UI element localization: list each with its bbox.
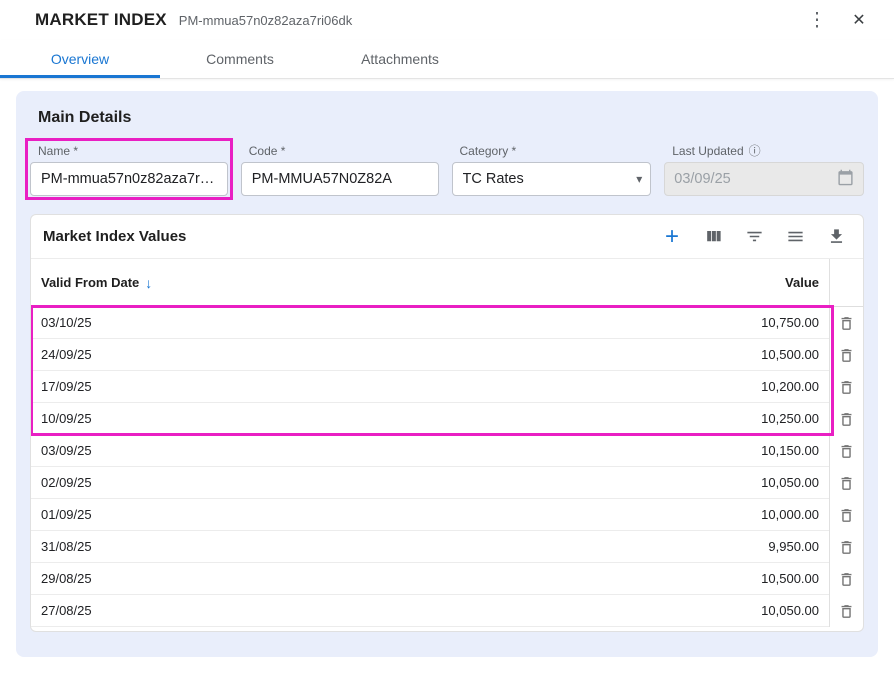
last-updated-date: 03/09/25 bbox=[674, 171, 730, 187]
download-icon[interactable] bbox=[825, 226, 847, 248]
value-cell[interactable]: 9,950.00 bbox=[331, 531, 829, 563]
valid-from-date-cell[interactable]: 03/10/25 bbox=[31, 307, 331, 339]
value-cell[interactable]: 10,150.00 bbox=[331, 435, 829, 467]
table-row[interactable]: 03/09/25 10,150.00 bbox=[31, 435, 863, 467]
valid-from-date-header-label: Valid From Date bbox=[41, 275, 139, 290]
tab-comments[interactable]: Comments bbox=[160, 40, 320, 78]
page-title: MARKET INDEX bbox=[35, 10, 167, 30]
main-details-fields: Name * Code * Category * ▾ Last Updated … bbox=[30, 143, 864, 196]
valid-from-date-cell[interactable]: 17/09/25 bbox=[31, 371, 331, 403]
category-label: Category * bbox=[460, 143, 652, 158]
valid-from-date-cell[interactable]: 10/09/25 bbox=[31, 403, 331, 435]
value-cell[interactable]: 10,200.00 bbox=[331, 371, 829, 403]
row-action-cell bbox=[829, 403, 863, 435]
close-icon[interactable]: ✕ bbox=[846, 7, 872, 33]
section-title: Main Details bbox=[38, 109, 864, 127]
row-action-cell bbox=[829, 339, 863, 371]
table-toolbar: + bbox=[661, 226, 851, 248]
row-action-cell bbox=[829, 371, 863, 403]
last-updated-label-text: Last Updated bbox=[672, 144, 743, 158]
delete-row-icon[interactable] bbox=[836, 601, 857, 622]
table-header-row: Valid From Date ↓ Value bbox=[31, 259, 863, 307]
delete-row-icon[interactable] bbox=[836, 409, 857, 430]
titlebar: MARKET INDEX PM-mmua57n0z82aza7ri06dk ⋮ … bbox=[0, 0, 894, 40]
category-select[interactable] bbox=[452, 162, 652, 196]
column-header-value[interactable]: Value bbox=[331, 259, 829, 306]
row-action-cell bbox=[829, 595, 863, 627]
table-row[interactable]: 27/08/25 10,050.00 bbox=[31, 595, 863, 627]
table-body: 03/10/25 10,750.00 24/09/25 10,500.00 bbox=[31, 307, 863, 627]
value-cell[interactable]: 10,000.00 bbox=[331, 499, 829, 531]
last-updated-value: 03/09/25 bbox=[664, 162, 864, 196]
market-index-values-card: Market Index Values + bbox=[30, 214, 864, 632]
row-action-cell bbox=[829, 531, 863, 563]
row-action-cell bbox=[829, 307, 863, 339]
delete-row-icon[interactable] bbox=[836, 345, 857, 366]
density-icon[interactable] bbox=[784, 226, 806, 248]
delete-row-icon[interactable] bbox=[836, 505, 857, 526]
table-row[interactable]: 10/09/25 10,250.00 bbox=[31, 403, 863, 435]
delete-row-icon[interactable] bbox=[836, 441, 857, 462]
code-input[interactable] bbox=[241, 162, 439, 196]
table-row[interactable]: 03/10/25 10,750.00 bbox=[31, 307, 863, 339]
valid-from-date-cell[interactable]: 03/09/25 bbox=[31, 435, 331, 467]
category-field-group: Category * ▾ bbox=[452, 143, 652, 196]
valid-from-date-cell[interactable]: 01/09/25 bbox=[31, 499, 331, 531]
value-cell[interactable]: 10,050.00 bbox=[331, 467, 829, 499]
table-row[interactable]: 31/08/25 9,950.00 bbox=[31, 531, 863, 563]
name-field-group: Name * bbox=[30, 143, 228, 196]
info-icon: ⓘ bbox=[749, 142, 761, 159]
value-cell[interactable]: 10,750.00 bbox=[331, 307, 829, 339]
value-header-label: Value bbox=[785, 275, 819, 290]
row-action-cell bbox=[829, 467, 863, 499]
columns-icon[interactable] bbox=[702, 226, 724, 248]
calendar-icon bbox=[837, 169, 854, 190]
value-cell[interactable]: 10,050.00 bbox=[331, 595, 829, 627]
last-updated-label: Last Updated ⓘ bbox=[672, 143, 864, 158]
table-row[interactable]: 02/09/25 10,050.00 bbox=[31, 467, 863, 499]
action-column-header bbox=[829, 259, 863, 306]
tab-bar: Overview Comments Attachments bbox=[0, 40, 894, 79]
delete-row-icon[interactable] bbox=[836, 569, 857, 590]
delete-row-icon[interactable] bbox=[836, 313, 857, 334]
row-action-cell bbox=[829, 499, 863, 531]
card-title: Market Index Values bbox=[43, 228, 186, 245]
sort-desc-icon: ↓ bbox=[145, 275, 152, 291]
name-input[interactable] bbox=[30, 162, 228, 196]
row-action-cell bbox=[829, 563, 863, 595]
kebab-menu-icon[interactable]: ⋮ bbox=[804, 7, 830, 33]
value-cell[interactable]: 10,500.00 bbox=[331, 339, 829, 371]
card-header: Market Index Values + bbox=[31, 215, 863, 259]
tab-overview[interactable]: Overview bbox=[0, 40, 160, 78]
table-row[interactable]: 17/09/25 10,200.00 bbox=[31, 371, 863, 403]
value-cell[interactable]: 10,500.00 bbox=[331, 563, 829, 595]
last-updated-field-group: Last Updated ⓘ 03/09/25 bbox=[664, 143, 864, 196]
valid-from-date-cell[interactable]: 02/09/25 bbox=[31, 467, 331, 499]
valid-from-date-cell[interactable]: 29/08/25 bbox=[31, 563, 331, 595]
market-index-dialog: MARKET INDEX PM-mmua57n0z82aza7ri06dk ⋮ … bbox=[0, 0, 894, 674]
table-row[interactable]: 24/09/25 10,500.00 bbox=[31, 339, 863, 371]
valid-from-date-cell[interactable]: 31/08/25 bbox=[31, 531, 331, 563]
tab-attachments[interactable]: Attachments bbox=[320, 40, 480, 78]
column-header-valid-from-date[interactable]: Valid From Date ↓ bbox=[31, 259, 331, 306]
record-id: PM-mmua57n0z82aza7ri06dk bbox=[179, 13, 352, 28]
table-row[interactable]: 01/09/25 10,000.00 bbox=[31, 499, 863, 531]
filter-icon[interactable] bbox=[743, 226, 765, 248]
value-cell[interactable]: 10,250.00 bbox=[331, 403, 829, 435]
delete-row-icon[interactable] bbox=[836, 537, 857, 558]
valid-from-date-cell[interactable]: 27/08/25 bbox=[31, 595, 331, 627]
delete-row-icon[interactable] bbox=[836, 473, 857, 494]
code-label: Code * bbox=[249, 143, 439, 158]
valid-from-date-cell[interactable]: 24/09/25 bbox=[31, 339, 331, 371]
add-row-icon[interactable]: + bbox=[661, 226, 683, 248]
delete-row-icon[interactable] bbox=[836, 377, 857, 398]
code-field-group: Code * bbox=[241, 143, 439, 196]
name-label: Name * bbox=[38, 143, 228, 158]
table-row[interactable]: 29/08/25 10,500.00 bbox=[31, 563, 863, 595]
row-action-cell bbox=[829, 435, 863, 467]
overview-panel: Main Details Name * Code * Category * ▾ … bbox=[16, 91, 878, 657]
